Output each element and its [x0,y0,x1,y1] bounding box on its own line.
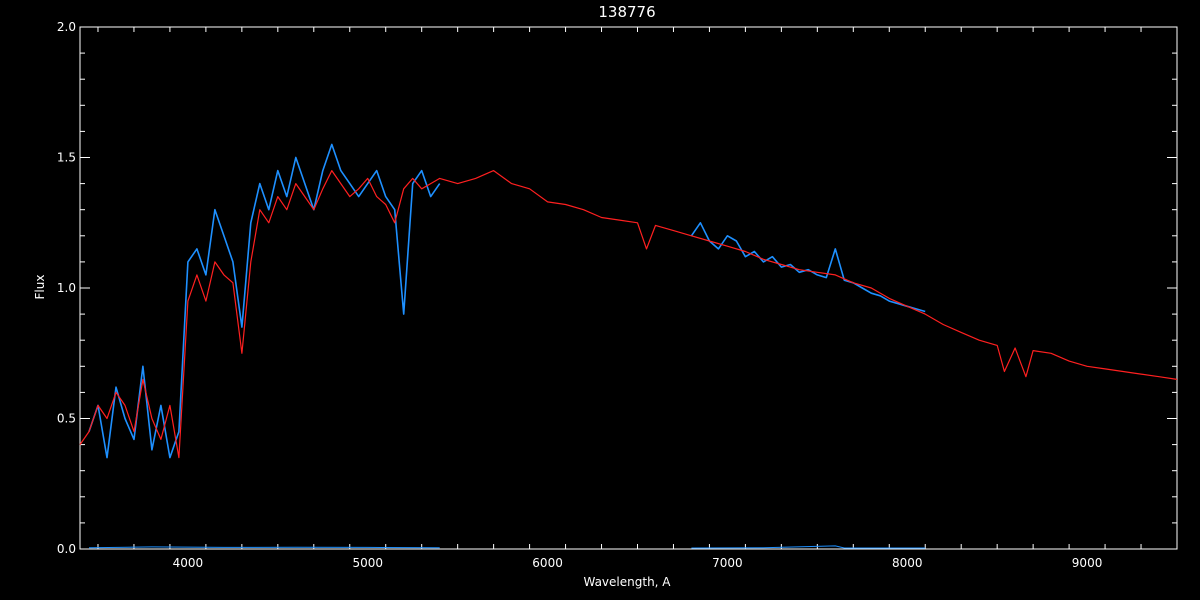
series-group [79,143,1178,549]
x-tick-label: 7000 [712,556,743,570]
model-spectrum-line [79,170,1178,459]
x-tick-label: 6000 [532,556,563,570]
y-tick-label: 0.0 [57,542,76,556]
y-tick-label: 2.0 [57,20,76,34]
x-tick-labels: 4000 5000 6000 7000 8000 9000 [173,556,1103,570]
observed-spectrum-segment-1 [88,143,441,459]
y-tick-label: 0.5 [57,412,76,426]
error-spectrum-segment-1 [88,546,440,549]
y-tick-labels: 0.0 0.5 1.0 1.5 2.0 [57,20,76,556]
x-tick-label: 9000 [1072,556,1103,570]
x-tick-label: 5000 [352,556,383,570]
y-tick-label: 1.0 [57,281,76,295]
chart-title: 138776 [598,3,655,21]
y-axis-label: Flux [33,275,47,300]
x-tick-label: 8000 [892,556,923,570]
y-tick-label: 1.5 [57,151,76,165]
error-spectrum-segment-2 [691,545,926,549]
spectrum-plot: 138776 4000 5000 6000 7000 8000 9000 0.0 0.5 1.… [33,3,1178,589]
x-tick-label: 4000 [173,556,204,570]
x-axis-label: Wavelength, A [583,575,671,589]
